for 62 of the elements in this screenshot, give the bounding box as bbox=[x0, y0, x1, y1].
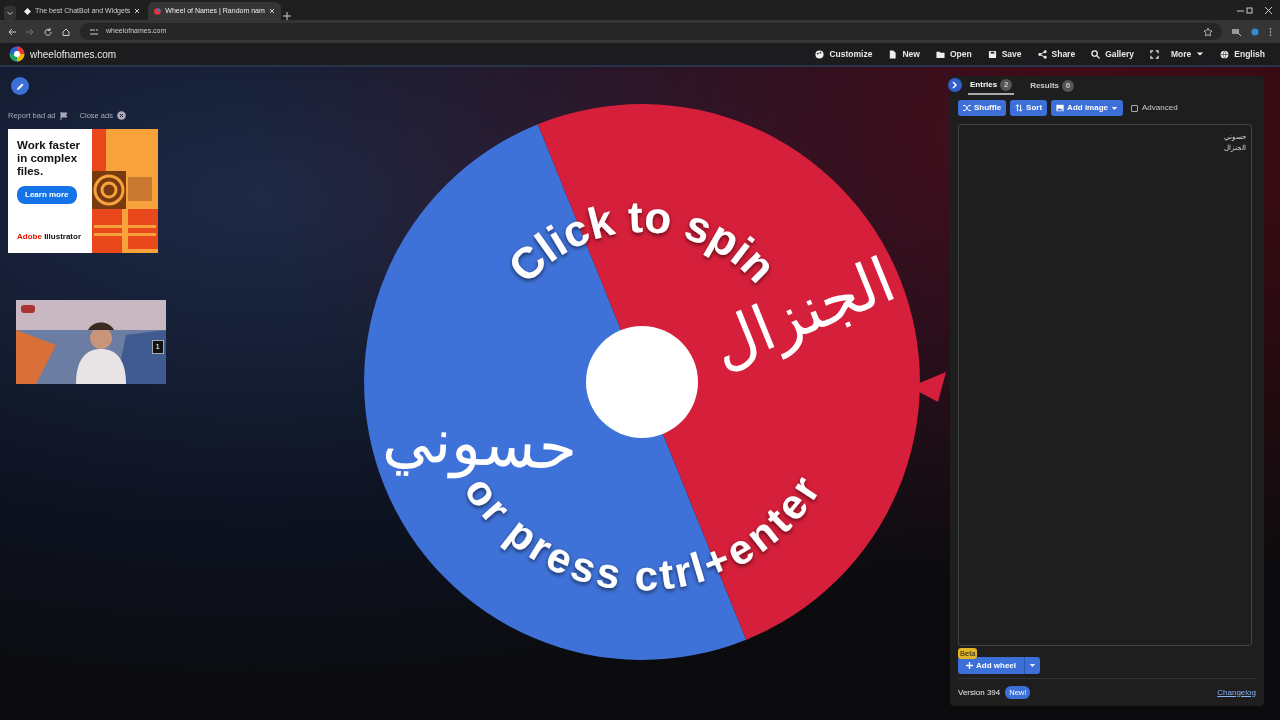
new-tab-icon[interactable] bbox=[282, 12, 291, 20]
nav-button[interactable]: Customize bbox=[809, 47, 879, 61]
search-icon bbox=[1091, 49, 1101, 59]
plus-icon bbox=[966, 662, 973, 669]
add-wheel-button[interactable]: Add wheel bbox=[958, 657, 1024, 674]
toolbar-button[interactable]: Add image bbox=[1051, 100, 1123, 116]
save-icon bbox=[987, 49, 997, 59]
folder-icon bbox=[935, 49, 945, 59]
pencil-icon bbox=[15, 81, 25, 91]
close-icon bbox=[116, 111, 126, 121]
nav-button[interactable]: Gallery bbox=[1085, 47, 1140, 61]
ad-brand: Adobe Illustrator bbox=[17, 231, 83, 244]
menu-button[interactable]: More bbox=[1165, 47, 1211, 61]
learn-more-button[interactable]: Learn more bbox=[17, 186, 77, 205]
profile-avatar-icon[interactable] bbox=[1251, 27, 1259, 36]
ad-banner[interactable]: Work faster in complex files. Learn more Adobe Illustrator bbox=[8, 129, 158, 254]
restore-icon[interactable] bbox=[1246, 7, 1253, 14]
caret-icon bbox=[1111, 104, 1118, 112]
toolbar-button[interactable]: Shuffle bbox=[958, 100, 1007, 116]
site-settings-icon[interactable] bbox=[90, 27, 98, 36]
close-icon[interactable] bbox=[134, 8, 141, 14]
collapse-button[interactable] bbox=[948, 78, 962, 92]
toolbar-button[interactable]: Sort bbox=[1010, 100, 1048, 116]
close-icon[interactable] bbox=[1265, 7, 1272, 14]
favicon-icon bbox=[154, 7, 162, 15]
wheel-logo-icon[interactable] bbox=[9, 46, 25, 62]
panel-tab[interactable]: Entries 2 bbox=[968, 77, 1015, 95]
minimize-icon[interactable] bbox=[1237, 7, 1244, 14]
menu-icon[interactable] bbox=[1269, 27, 1272, 36]
nav-button[interactable]: English bbox=[1214, 47, 1271, 61]
favicon-icon bbox=[24, 7, 31, 15]
shuffle-icon bbox=[963, 104, 971, 112]
caret-icon bbox=[1029, 662, 1036, 669]
site-logo-text[interactable]: wheelofnames.com bbox=[30, 46, 117, 62]
dropdown-button[interactable] bbox=[1024, 657, 1040, 674]
ad-headline: Work faster in complex files. bbox=[17, 139, 82, 178]
nav-button[interactable]: Share bbox=[1031, 47, 1082, 61]
nav-button[interactable]: Open bbox=[929, 47, 978, 61]
close-icon[interactable] bbox=[268, 8, 275, 14]
version-label: Version 394 bbox=[958, 686, 1001, 699]
edit-button[interactable] bbox=[11, 77, 29, 95]
nav-button[interactable]: New bbox=[882, 47, 926, 61]
nav-button[interactable]: Save bbox=[981, 47, 1028, 61]
panel-tab[interactable]: Results 0 bbox=[1028, 78, 1077, 94]
globe-icon bbox=[1220, 49, 1230, 59]
bookmark-star-icon[interactable] bbox=[1204, 27, 1212, 36]
flag-icon bbox=[59, 111, 68, 120]
forward-icon[interactable] bbox=[26, 27, 34, 36]
back-icon[interactable] bbox=[8, 27, 16, 36]
image-icon bbox=[1056, 104, 1065, 112]
chevron-icon bbox=[952, 81, 958, 89]
share-icon bbox=[1037, 49, 1047, 59]
changelog-link[interactable]: Changelog bbox=[1217, 686, 1256, 699]
sort-icon bbox=[1015, 104, 1024, 112]
advanced-checkbox[interactable]: Advanced bbox=[1131, 102, 1178, 114]
reload-icon[interactable] bbox=[44, 27, 52, 36]
tab-search-icon[interactable] bbox=[4, 6, 16, 20]
home-icon[interactable] bbox=[62, 27, 70, 36]
fullscreen-icon bbox=[1150, 49, 1159, 59]
file-icon bbox=[888, 49, 898, 59]
caret-icon bbox=[1196, 50, 1205, 58]
extension-icon[interactable] bbox=[1232, 27, 1241, 36]
